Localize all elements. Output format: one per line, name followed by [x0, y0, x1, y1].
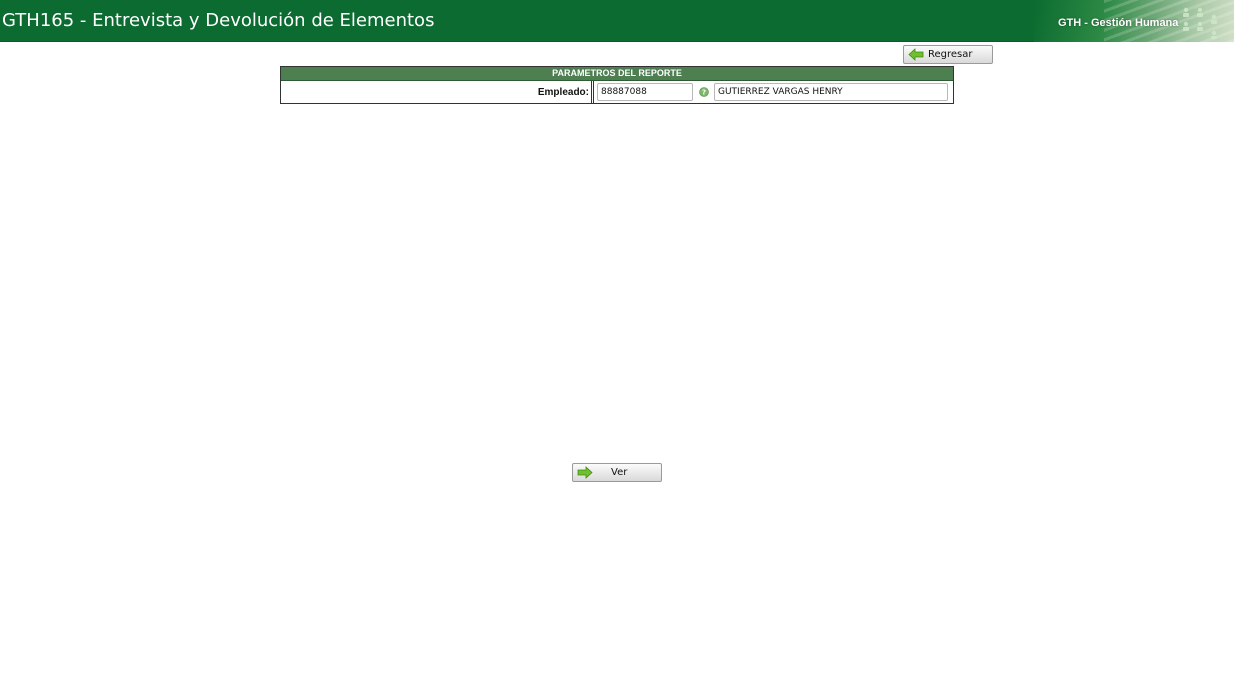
help-icon[interactable]: ? — [699, 87, 709, 97]
header-bar: GTH165 - Entrevista y Devolución de Elem… — [0, 0, 1234, 42]
employee-label: Empleado: — [537, 87, 589, 98]
arrow-left-icon — [908, 48, 924, 61]
people-icon — [1183, 7, 1217, 39]
page-title: GTH165 - Entrevista y Devolución de Elem… — [2, 10, 435, 31]
back-button-label: Regresar — [928, 49, 973, 60]
employee-value-cell: 88887088 ? GUTIERREZ VARGAS HENRY — [593, 81, 953, 103]
employee-label-cell: Empleado: — [281, 81, 592, 103]
employee-code-input[interactable]: 88887088 — [597, 83, 693, 101]
app-window: GTH165 - Entrevista y Devolución de Elem… — [0, 0, 1234, 698]
back-button[interactable]: Regresar — [903, 45, 993, 64]
svg-text:?: ? — [702, 89, 706, 97]
report-parameters-panel: PARAMETROS DEL REPORTE Empleado: 8888708… — [280, 66, 954, 104]
panel-header: PARAMETROS DEL REPORTE — [281, 67, 953, 81]
arrow-right-icon — [577, 466, 593, 479]
brand-label: GTH - Gestión Humana — [1058, 17, 1179, 29]
employee-name-field: GUTIERREZ VARGAS HENRY — [714, 83, 948, 101]
view-button[interactable]: Ver — [572, 463, 662, 482]
view-button-label: Ver — [611, 467, 628, 478]
brand-banner: GTH - Gestión Humana — [1034, 0, 1234, 42]
